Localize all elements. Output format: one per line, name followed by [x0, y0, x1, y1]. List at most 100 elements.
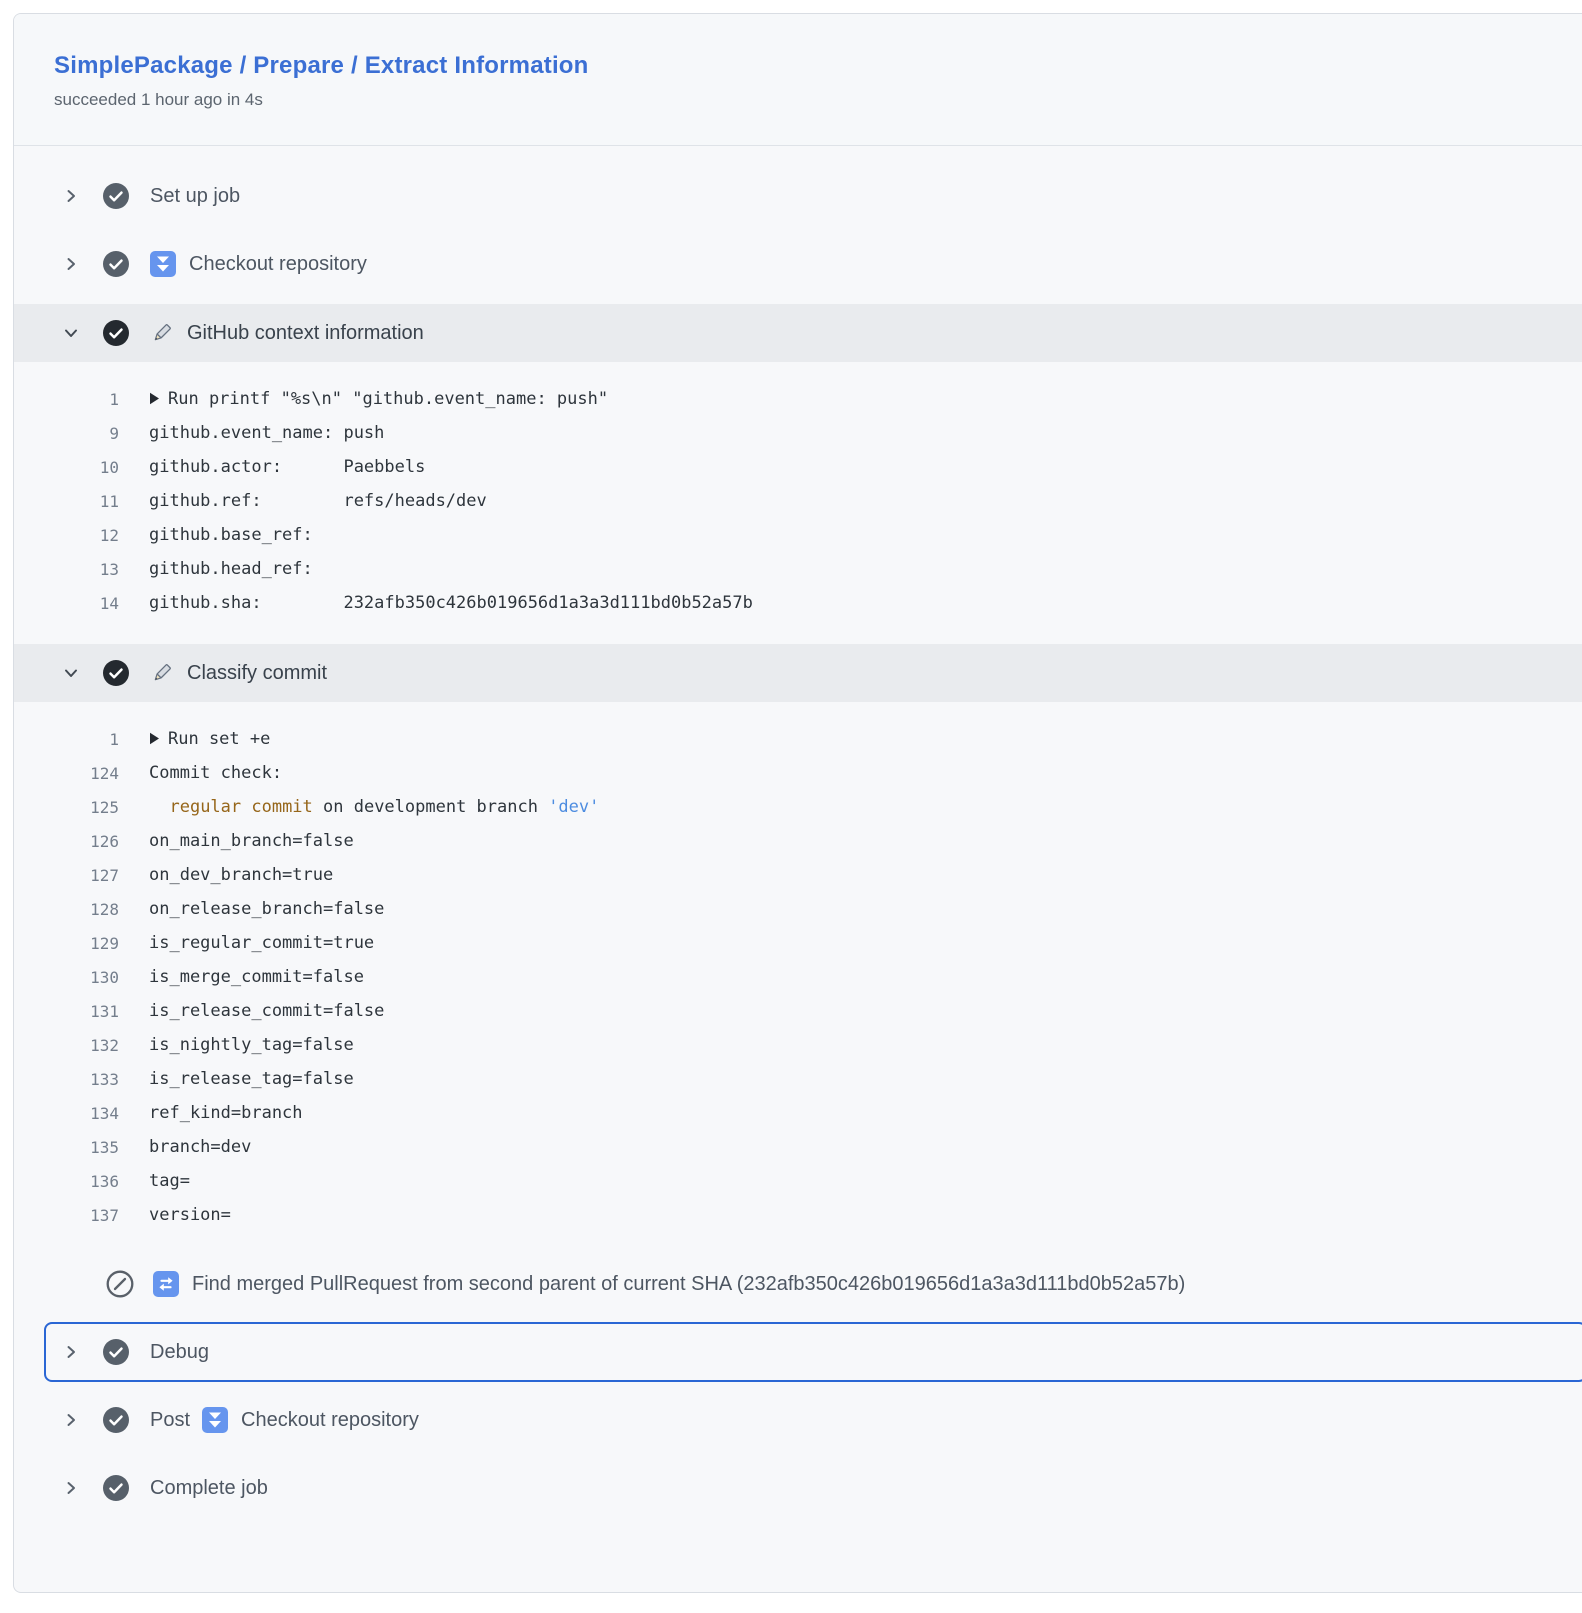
line-number[interactable]: 13 — [14, 560, 119, 579]
line-number[interactable]: 132 — [14, 1036, 119, 1055]
log-segment: Run printf "%s\n" "github.event_name: pu… — [168, 389, 608, 409]
log-line: 12 github.base_ref: — [14, 518, 1582, 552]
chevron-right-icon[interactable] — [63, 1480, 79, 1496]
log-line: 128 on_release_branch=false — [14, 892, 1582, 926]
log-line: 130 is_merge_commit=false — [14, 960, 1582, 994]
check-circle-icon — [103, 660, 129, 686]
line-number[interactable]: 130 — [14, 968, 119, 987]
line-number[interactable]: 128 — [14, 900, 119, 919]
check-circle-icon — [103, 1407, 129, 1433]
log-segment: github.actor: Paebbels — [149, 457, 425, 477]
line-text: Run printf "%s\n" "github.event_name: pu… — [149, 389, 608, 409]
log-line: 132 is_nightly_tag=false — [14, 1028, 1582, 1062]
checkout-icon — [150, 251, 176, 277]
log-line: 134 ref_kind=branch — [14, 1096, 1582, 1130]
run-toggle-icon[interactable] — [149, 729, 160, 749]
log-segment: github.head_ref: — [149, 559, 313, 579]
step-label: Debug — [150, 1341, 209, 1364]
line-number[interactable]: 124 — [14, 764, 119, 783]
job-log-card: SimplePackage / Prepare / Extract Inform… — [13, 13, 1582, 1593]
chevron-down-icon[interactable] — [63, 665, 79, 681]
chevron-right-icon[interactable] — [63, 1412, 79, 1428]
checkout-icon — [202, 1407, 228, 1433]
log-line: 131 is_release_commit=false — [14, 994, 1582, 1028]
log-segment: regular commit — [169, 797, 312, 817]
line-number[interactable]: 134 — [14, 1104, 119, 1123]
line-number[interactable]: 135 — [14, 1138, 119, 1157]
line-number[interactable]: 126 — [14, 832, 119, 851]
line-number[interactable]: 11 — [14, 492, 119, 511]
log-line: 136 tag= — [14, 1164, 1582, 1198]
log-segment: on development branch — [313, 797, 548, 817]
line-text: Run set +e — [149, 729, 270, 749]
line-text: github.actor: Paebbels — [149, 457, 425, 477]
line-number[interactable]: 131 — [14, 1002, 119, 1021]
log-line: 129 is_regular_commit=true — [14, 926, 1582, 960]
log-segment: on_release_branch=false — [149, 899, 384, 919]
step-label: Set up job — [150, 185, 240, 208]
line-number[interactable]: 133 — [14, 1070, 119, 1089]
check-circle-icon — [103, 320, 129, 346]
log-line: 137 version= — [14, 1198, 1582, 1232]
line-text: Commit check: — [149, 763, 282, 783]
line-text: github.ref: refs/heads/dev — [149, 491, 487, 511]
step-header-github-context-information[interactable]: GitHub context information — [14, 304, 1582, 362]
repeat-icon — [153, 1271, 179, 1297]
line-text: ref_kind=branch — [149, 1103, 303, 1123]
step-debug[interactable]: Debug — [44, 1322, 1582, 1382]
line-text: is_release_tag=false — [149, 1069, 354, 1089]
log-segment: is_regular_commit=true — [149, 933, 374, 953]
skipped-circle-slash-icon — [105, 1269, 135, 1299]
line-number[interactable]: 9 — [14, 424, 119, 443]
step-set-up-job[interactable]: Set up job — [14, 162, 1582, 230]
step-find-merged-pullrequest-from-second-parent: Find merged PullRequest from second pare… — [14, 1250, 1582, 1318]
step-header-classify-commit[interactable]: Classify commit — [14, 644, 1582, 702]
step-label: GitHub context information — [187, 322, 424, 345]
log-segment: branch=dev — [149, 1137, 251, 1157]
chevron-right-icon[interactable] — [63, 188, 79, 204]
line-text: on_main_branch=false — [149, 831, 354, 851]
chevron-right-icon[interactable] — [63, 256, 79, 272]
line-text: is_nightly_tag=false — [149, 1035, 354, 1055]
step-checkout-repository[interactable]: Checkout repository — [14, 230, 1582, 298]
chevron-down-icon[interactable] — [63, 325, 79, 341]
step-group-classify-commit: Classify commit 1 Run set +e 124 Commit chec… — [14, 644, 1582, 1250]
line-text: version= — [149, 1205, 231, 1225]
line-number[interactable]: 127 — [14, 866, 119, 885]
log-segment: tag= — [149, 1171, 190, 1191]
steps-list: Set up job Checkout repository GitHub cont… — [14, 146, 1582, 1592]
log-segment: Commit check: — [149, 763, 282, 783]
log-line: 125 regular commit on development branch… — [14, 790, 1582, 824]
step-label: Find merged PullRequest from second pare… — [192, 1273, 1185, 1296]
step-log-classify-commit: 1 Run set +e 124 Commit check: 125 regular c… — [14, 702, 1582, 1250]
line-number[interactable]: 12 — [14, 526, 119, 545]
log-line: 133 is_release_tag=false — [14, 1062, 1582, 1096]
check-circle-icon — [103, 183, 129, 209]
line-text: is_release_commit=false — [149, 1001, 384, 1021]
line-number[interactable]: 10 — [14, 458, 119, 477]
line-text: branch=dev — [149, 1137, 251, 1157]
step-complete-job[interactable]: Complete job — [14, 1454, 1582, 1522]
log-segment: 'dev' — [548, 797, 599, 817]
chevron-right-icon[interactable] — [63, 1344, 79, 1360]
step-label: Checkout repository — [189, 253, 367, 276]
line-number[interactable]: 129 — [14, 934, 119, 953]
log-segment: on_dev_branch=true — [149, 865, 333, 885]
line-number[interactable]: 14 — [14, 594, 119, 613]
line-text: github.base_ref: — [149, 525, 313, 545]
log-segment: github.base_ref: — [149, 525, 313, 545]
step-group-github-context-information: GitHub context information 1 Run printf "%… — [14, 304, 1582, 638]
run-toggle-icon[interactable] — [149, 389, 160, 409]
line-number[interactable]: 125 — [14, 798, 119, 817]
line-number[interactable]: 137 — [14, 1206, 119, 1225]
line-text: github.event_name: push — [149, 423, 384, 443]
job-title[interactable]: SimplePackage / Prepare / Extract Inform… — [54, 52, 1543, 80]
log-segment: is_merge_commit=false — [149, 967, 364, 987]
log-segment: ref_kind=branch — [149, 1103, 303, 1123]
step-post-checkout-repository[interactable]: PostCheckout repository — [14, 1386, 1582, 1454]
line-number[interactable]: 1 — [14, 390, 119, 409]
step-log-github-context-information: 1 Run printf "%s\n" "github.event_name: p… — [14, 362, 1582, 638]
line-number[interactable]: 1 — [14, 730, 119, 749]
log-line: 9 github.event_name: push — [14, 416, 1582, 450]
line-number[interactable]: 136 — [14, 1172, 119, 1191]
